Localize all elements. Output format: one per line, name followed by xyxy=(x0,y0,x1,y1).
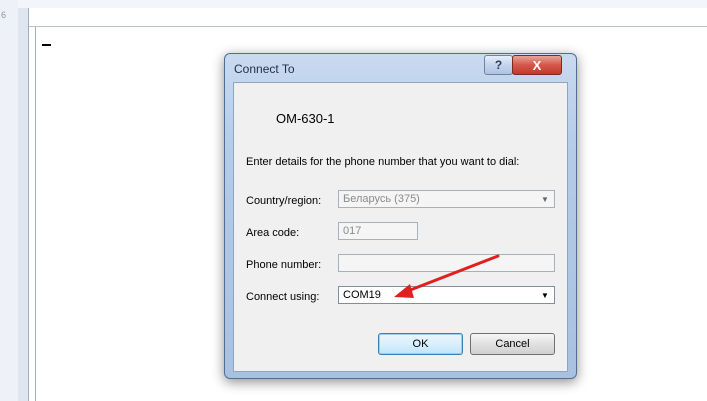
help-icon: ? xyxy=(494,58,503,72)
instructions-text: Enter details for the phone number that … xyxy=(246,156,520,168)
connect-using-label: Connect using: xyxy=(246,291,320,303)
left-strip: 6 xyxy=(0,0,19,401)
connect-using-value: COM19 xyxy=(343,289,381,301)
close-button[interactable]: X xyxy=(512,55,562,75)
window-left-border xyxy=(18,8,29,401)
connection-name: OM-630-1 xyxy=(276,111,335,126)
terminal-top-edge xyxy=(29,8,707,27)
phone-number-label: Phone number: xyxy=(246,259,322,271)
terminal-left-edge xyxy=(29,27,36,401)
connect-to-dialog: Connect To ? X OM-630-1 Enter details fo… xyxy=(224,53,577,379)
side-text: 6 xyxy=(1,10,7,20)
dialog-title: Connect To xyxy=(234,62,295,76)
connect-using-select[interactable]: COM19 ▼ xyxy=(338,286,555,304)
country-select[interactable]: Беларусь (375) ▼ xyxy=(338,190,555,208)
close-icon: X xyxy=(532,57,542,73)
ok-button[interactable]: OK xyxy=(378,333,463,355)
country-label: Country/region: xyxy=(246,195,322,207)
chevron-down-icon: ▼ xyxy=(541,194,549,204)
terminal-cursor xyxy=(42,44,51,46)
cancel-button[interactable]: Cancel xyxy=(470,333,555,355)
chevron-down-icon: ▼ xyxy=(541,290,549,300)
phone-number-field[interactable] xyxy=(338,254,555,272)
help-button[interactable]: ? xyxy=(484,55,513,75)
dialog-body: OM-630-1 Enter details for the phone num… xyxy=(233,82,568,372)
area-code-field[interactable]: 017 xyxy=(338,222,418,240)
area-code-label: Area code: xyxy=(246,227,300,239)
area-code-value: 017 xyxy=(343,225,362,237)
country-value: Беларусь (375) xyxy=(343,193,420,205)
